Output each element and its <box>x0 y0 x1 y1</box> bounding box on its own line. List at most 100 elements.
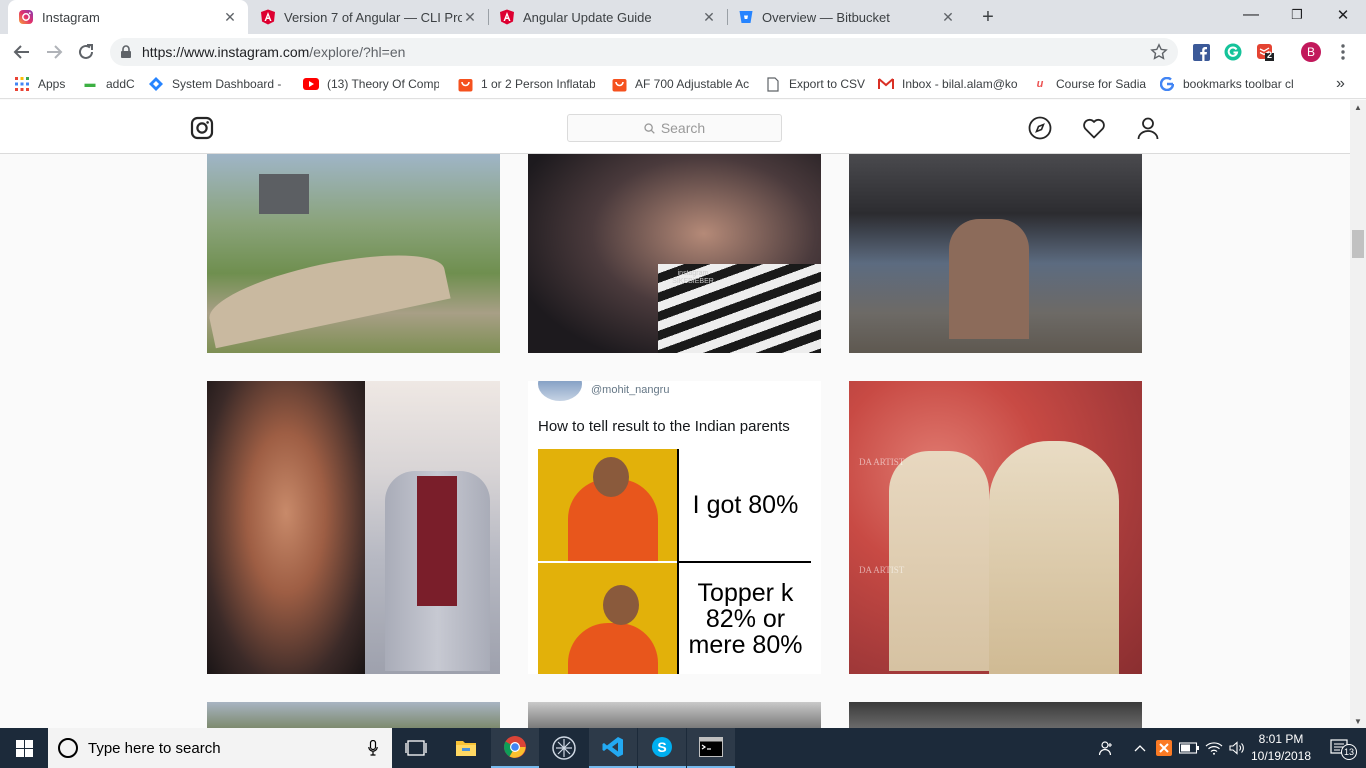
explore-post-meme[interactable]: @mohit_nangru How to tell result to the … <box>528 381 821 674</box>
tab-angular-cli[interactable]: Version 7 of Angular — CLI Promp ✕ <box>250 0 488 34</box>
instagram-logo-icon[interactable] <box>190 116 214 140</box>
head-shape <box>603 585 639 625</box>
gmail-icon <box>878 76 894 92</box>
explore-post-bottom-1[interactable] <box>207 702 500 728</box>
explore-post-bottom-3[interactable] <box>849 702 1142 728</box>
people-icon[interactable] <box>1094 728 1118 768</box>
notification-count-badge: 13 <box>1341 744 1357 760</box>
meme-text-bottom: Topper k 82% or mere 80% <box>680 563 811 674</box>
close-icon[interactable]: ✕ <box>462 9 478 25</box>
reload-button[interactable] <box>72 38 100 66</box>
back-button[interactable] <box>8 38 36 66</box>
window-close-button[interactable]: ✕ <box>1320 0 1366 30</box>
meme-divider <box>678 561 811 563</box>
tab-title: Angular Update Guide <box>523 9 652 25</box>
explore-post-landscape[interactable] <box>207 154 500 353</box>
bookmark-course-sadia[interactable]: u Course for Sadia <box>1032 75 1150 93</box>
forward-button[interactable] <box>40 38 68 66</box>
svg-text:S: S <box>657 739 666 755</box>
tab-bitbucket[interactable]: Overview — Bitbucket ✕ <box>728 0 966 34</box>
tab-instagram[interactable]: Instagram ✕ <box>8 0 248 34</box>
scroll-up-arrow-icon[interactable]: ▲ <box>1350 100 1366 114</box>
addc-icon: ▬ <box>84 78 96 90</box>
bookmark-toolbar[interactable]: bookmarks toolbar cl <box>1159 75 1299 93</box>
vest-shape <box>417 476 457 606</box>
tab-title: Instagram <box>42 9 100 25</box>
apps-grid-icon <box>14 76 30 92</box>
meme-text-top: I got 80% <box>680 449 811 561</box>
heart-icon[interactable] <box>1082 116 1106 140</box>
battery-icon[interactable] <box>1178 728 1200 768</box>
bookmark-star-icon[interactable] <box>1150 43 1168 66</box>
angular-icon <box>499 9 515 25</box>
profile-avatar[interactable]: B <box>1301 42 1321 62</box>
new-tab-button[interactable]: + <box>977 6 999 28</box>
start-button[interactable] <box>0 728 48 768</box>
bookmark-export-csv[interactable]: Export to CSV <box>765 75 865 93</box>
fitness-photo-right <box>365 381 500 674</box>
shopping-icon <box>611 76 627 92</box>
bookmark-system-dashboard[interactable]: System Dashboard - <box>148 75 286 93</box>
skype-icon[interactable]: S <box>638 728 686 768</box>
file-explorer-icon[interactable] <box>442 728 490 768</box>
grammarly-extension-icon[interactable] <box>1223 42 1243 62</box>
explore-post-wedding[interactable]: DA ARTIST DA ARTIST <box>849 381 1142 674</box>
command-prompt-icon[interactable] <box>687 728 735 768</box>
bookmark-label: System Dashboard - <box>172 77 282 91</box>
microphone-icon[interactable] <box>368 740 378 756</box>
instagram-search-input[interactable]: Search <box>567 114 782 142</box>
close-icon[interactable]: ✕ <box>222 9 238 25</box>
explore-post-couple[interactable]: instagram SIKEBIEBER <box>528 154 821 353</box>
explore-post-bottom-2[interactable] <box>528 702 821 728</box>
scroll-down-arrow-icon[interactable]: ▼ <box>1350 714 1366 728</box>
bookmark-af700[interactable]: AF 700 Adjustable Ac <box>611 75 749 93</box>
browser-menu-button[interactable] <box>1333 42 1353 62</box>
vscode-icon[interactable] <box>589 728 637 768</box>
action-center-button[interactable]: 13 <box>1320 728 1360 768</box>
tortoise-app-icon[interactable] <box>540 728 588 768</box>
profile-icon[interactable] <box>1136 116 1160 140</box>
meme-image-top <box>538 449 678 561</box>
explore-post-group[interactable] <box>849 154 1142 353</box>
instagram-icon <box>18 9 34 25</box>
angular-icon <box>260 9 276 25</box>
minimize-button[interactable]: — <box>1228 0 1274 30</box>
groom-shape <box>889 451 989 671</box>
chrome-icon[interactable] <box>491 728 539 768</box>
close-icon[interactable]: ✕ <box>701 9 717 25</box>
taskbar-clock[interactable]: 8:01 PM 10/19/2018 <box>1246 731 1316 765</box>
fitness-photo-left <box>207 381 365 674</box>
bookmark-label: addC <box>106 77 135 91</box>
bookmark-addc[interactable]: ▬ addC <box>82 75 138 93</box>
bookmark-label: Inbox - bilal.alam@ko <box>902 77 1018 91</box>
bookmark-label: (13) Theory Of Comp <box>327 77 439 91</box>
scrollbar-thumb[interactable] <box>1352 230 1364 258</box>
chevron-up-icon[interactable] <box>1130 728 1150 768</box>
maximize-button[interactable]: ❐ <box>1274 0 1320 30</box>
xampp-tray-icon[interactable] <box>1154 728 1174 768</box>
url-text[interactable]: https://www.instagram.com/explore/?hl=en <box>142 44 405 60</box>
explore-post-fitness[interactable] <box>207 381 500 674</box>
page-scrollbar[interactable]: ▲ ▼ <box>1350 100 1366 728</box>
facebook-extension-icon[interactable] <box>1191 42 1211 62</box>
tab-angular-update[interactable]: Angular Update Guide ✕ <box>489 0 727 34</box>
compass-icon[interactable] <box>1028 116 1052 140</box>
wifi-icon[interactable] <box>1203 728 1225 768</box>
clock-time: 8:01 PM <box>1258 732 1304 746</box>
bookmark-inflatable[interactable]: 1 or 2 Person Inflatab <box>457 75 595 93</box>
taskbar-search-box[interactable]: Type here to search <box>48 728 392 768</box>
bookmark-inbox[interactable]: Inbox - bilal.alam@ko <box>878 75 1018 93</box>
search-icon <box>644 122 655 134</box>
address-bar[interactable]: https://www.instagram.com/explore/?hl=en <box>110 38 1178 66</box>
watermark-text: DA ARTIST <box>859 565 905 575</box>
bookmarks-overflow-button[interactable]: » <box>1336 75 1350 93</box>
instagram-header: Search <box>0 100 1350 154</box>
task-view-button[interactable] <box>392 728 440 768</box>
bookmark-apps[interactable]: Apps <box>14 75 74 93</box>
udemy-icon: u <box>1036 78 1044 90</box>
bookmark-theory-of-comp[interactable]: (13) Theory Of Comp <box>303 75 439 93</box>
close-icon[interactable]: ✕ <box>940 9 956 25</box>
bride-shape <box>989 441 1119 674</box>
todoist-extension-icon[interactable]: 2 <box>1255 42 1275 62</box>
youtube-icon <box>303 76 319 92</box>
